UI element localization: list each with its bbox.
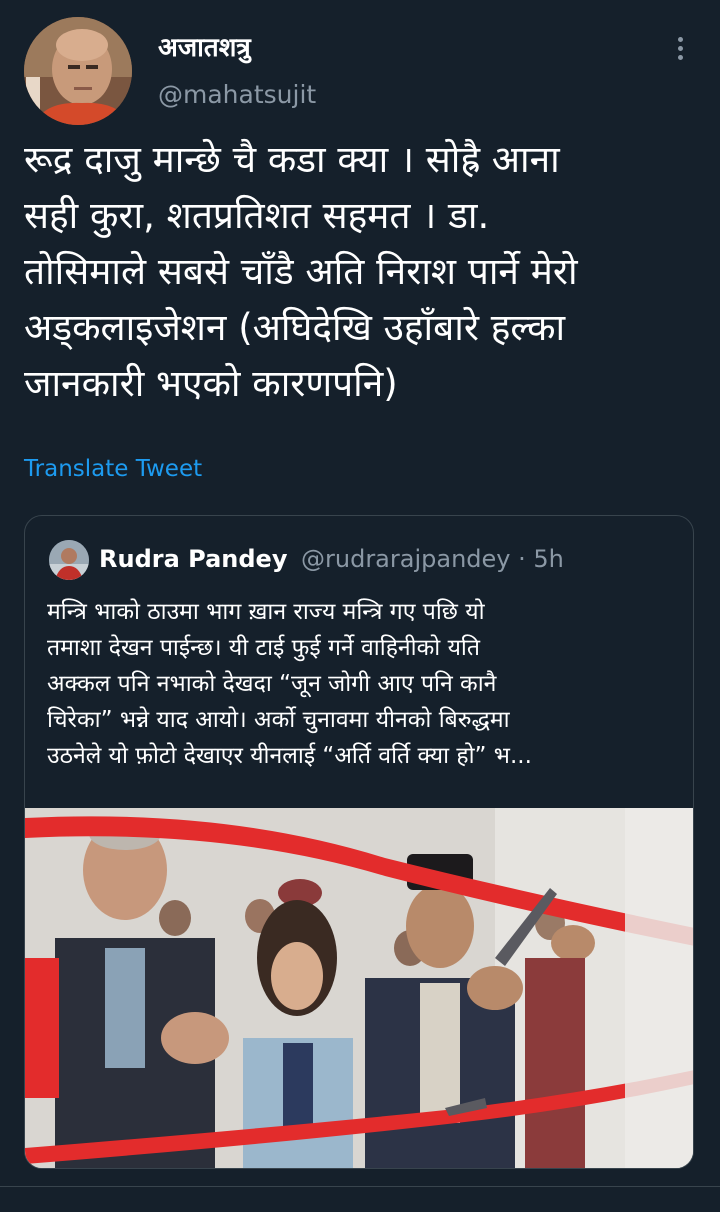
tweet-card: अजातशत्रु @mahatsujit रूद्र दाजु मान्छे … — [0, 0, 720, 1212]
quoted-text: मन्त्रि भाको ठाउमा भाग ख़ान राज्य मन्त्र… — [47, 599, 532, 769]
author-avatar[interactable] — [24, 17, 132, 125]
divider — [0, 1186, 720, 1187]
author-handle[interactable]: @mahatsujit — [158, 78, 316, 112]
more-options-button[interactable] — [664, 32, 696, 64]
quoted-photo[interactable] — [25, 808, 693, 1168]
quoted-handle-time: @rudrarajpandey · 5h — [301, 545, 564, 573]
vertical-ellipsis-icon — [677, 36, 683, 60]
translate-tweet-link[interactable]: Translate Tweet — [24, 452, 202, 486]
quoted-display-name[interactable]: Rudra Pandey — [99, 542, 287, 576]
quoted-tweet[interactable]: Rudra Pandey @rudrarajpandey · 5h मन्त्र… — [24, 515, 694, 1169]
tweet-text: रूद्र दाजु मान्छे चै कडा क्या । सोह्रै आ… — [24, 138, 578, 405]
author-display-name[interactable]: अजातशत्रु — [158, 30, 251, 66]
quoted-author-avatar[interactable] — [49, 540, 89, 580]
